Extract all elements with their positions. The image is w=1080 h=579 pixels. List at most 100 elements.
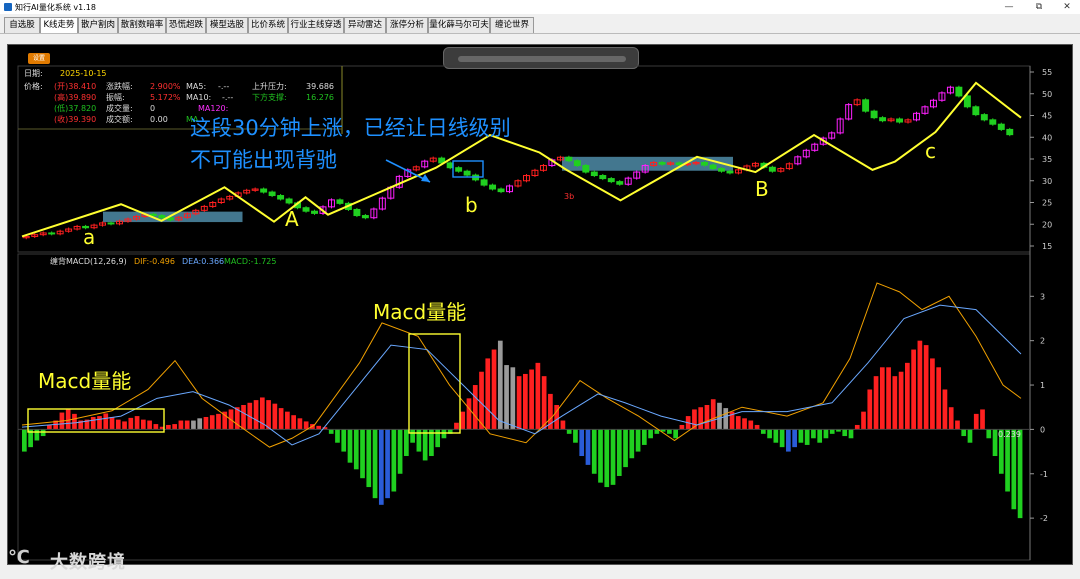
macd-histogram-bar: [109, 416, 115, 430]
macd-histogram-bar: [879, 367, 885, 430]
candle-body: [616, 181, 624, 185]
macd-histogram-bar: [667, 429, 672, 434]
app-window: 知行AI量化系统 v1.18 — ⧉ ✕ 自选股 K线走势 散户割肉 散割数暗率…: [0, 0, 1080, 579]
macd-histogram-bar: [710, 399, 716, 430]
price-axis: 55 50 45 40 35 30 25 20 15: [1030, 68, 1052, 251]
change-pct-label: 涨跌幅:: [106, 81, 133, 91]
macd-histogram-bar: [197, 418, 203, 430]
amplitude-label: 振幅:: [106, 92, 125, 102]
macd-histogram-bar: [360, 429, 365, 479]
macd-histogram-bar: [967, 429, 973, 443]
macd-histogram-bar: [316, 425, 322, 430]
candle-body: [768, 166, 776, 172]
macd-histogram-bar: [629, 429, 635, 459]
resistance-value: 39.686: [306, 82, 334, 91]
macd-axis-label: -1: [1040, 470, 1048, 479]
support-value: 16.276: [306, 93, 334, 102]
macd-histogram-bar: [297, 418, 303, 430]
candle-body: [107, 222, 115, 225]
macd-histogram-bar: [541, 376, 547, 430]
macd-histogram-bar: [90, 416, 96, 430]
candle-body: [582, 165, 590, 173]
macd-histogram-bar: [616, 429, 622, 476]
macd-histogram-bar: [128, 417, 134, 430]
macd-histogram-bar: [585, 429, 591, 465]
macd-histogram-bar: [823, 429, 829, 439]
macd-histogram-bar: [673, 429, 678, 439]
candle-body: [565, 156, 573, 162]
macd-histogram-bar: [610, 429, 616, 485]
macd-histogram-bar: [435, 429, 441, 448]
candle-body: [718, 168, 725, 172]
macd-histogram-bar: [523, 373, 528, 430]
macd-histogram-bar: [391, 429, 397, 492]
macd-histogram-bar: [216, 413, 221, 430]
chart-canvas[interactable]: 55 50 45 40 35 30 25 20 15 3 2 1 0 -1 -2…: [0, 0, 1080, 579]
macd-histogram-bar: [272, 403, 278, 430]
candle-body: [862, 99, 870, 112]
macd-histogram-bar: [472, 385, 478, 430]
macd-histogram-bar: [140, 419, 146, 430]
macd-histogram-bar: [748, 420, 754, 430]
macd-histogram-bar: [635, 429, 641, 452]
candle-body: [480, 179, 488, 186]
macd-histogram-bar: [704, 405, 710, 430]
macd-histogram-bar: [679, 424, 685, 430]
macd-histogram-bar: [804, 429, 810, 445]
macd-energy-label-1: Macd量能: [38, 369, 131, 393]
macd-histogram-bar: [1011, 429, 1017, 510]
price-axis-label: 45: [1042, 112, 1052, 121]
macd-histogram-bar: [303, 421, 309, 430]
macd-histogram-bar: [385, 429, 390, 499]
macd-histogram-bar: [566, 429, 572, 434]
resistance-label: 上升压力:: [252, 81, 287, 91]
macd-histogram-bar: [40, 429, 46, 437]
change-pct-value: 2.900%: [150, 82, 181, 91]
label-A: A: [285, 207, 299, 231]
macd-histogram-bar: [454, 422, 459, 430]
candle-body: [879, 117, 887, 122]
amount-label: 成交额:: [106, 114, 133, 124]
macd-histogram-bar: [291, 415, 296, 430]
macd-histogram-bar: [266, 400, 271, 430]
watermark: ℃ 大数跨境: [8, 545, 148, 573]
macd-histogram-bar: [911, 349, 916, 430]
macd-histogram-bar: [253, 400, 259, 430]
amount-value: 0.00: [150, 115, 168, 124]
macd-histogram-bar: [905, 362, 910, 430]
watermark-text: 大数跨境: [50, 552, 126, 573]
label-b: b: [465, 193, 478, 217]
price-axis-label: 55: [1042, 68, 1052, 77]
candle-body: [277, 195, 285, 200]
macd-histogram-bar: [285, 411, 290, 430]
macd-histogram-bar: [441, 429, 447, 439]
macd-histogram-bar: [698, 407, 704, 430]
candle-body: [1006, 128, 1014, 136]
candle-body: [455, 167, 463, 172]
macd-dif-value: DIF:-0.496: [134, 257, 175, 266]
price-axis-label: 25: [1042, 199, 1052, 208]
macd-histogram-bar: [366, 429, 372, 488]
watermark-logo-icon: ℃: [8, 547, 30, 568]
macd-histogram-bar: [485, 358, 491, 430]
candle-body: [658, 161, 666, 165]
candle-body: [489, 184, 497, 190]
amplitude-value: 5.172%: [150, 93, 181, 102]
date-label: 日期:: [24, 69, 43, 78]
macd-histogram-bar: [504, 365, 509, 430]
macd-histogram-bar: [34, 429, 40, 441]
macd-histogram-bar: [241, 405, 246, 430]
macd-histogram-bar: [873, 376, 879, 430]
candle-body: [701, 161, 708, 166]
macd-histogram-bar: [760, 429, 766, 434]
label-B: B: [755, 177, 769, 201]
candle-body: [497, 188, 505, 193]
macd-histogram-bar: [723, 408, 729, 430]
macd-histogram-bar: [372, 429, 378, 499]
volume-value: 0: [150, 104, 155, 113]
macd-histogram-bar: [278, 408, 284, 430]
macd-histogram-bar: [898, 371, 904, 430]
macd-axis-label: -2: [1040, 514, 1048, 523]
label-c: c: [925, 139, 936, 163]
macd-histogram-bar: [848, 429, 854, 439]
